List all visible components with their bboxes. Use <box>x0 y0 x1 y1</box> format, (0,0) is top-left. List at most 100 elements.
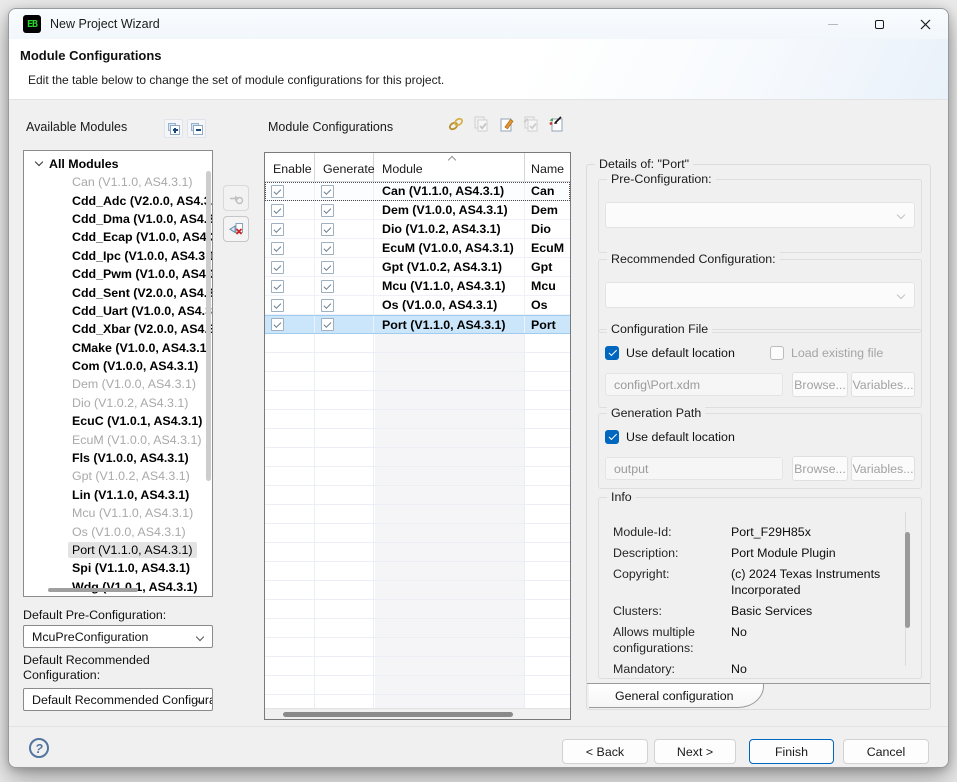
info-value: Port Module Plugin <box>731 545 893 561</box>
wizard-header: Module Configurations Edit the table bel… <box>9 39 948 100</box>
module-cell: EcuM (V1.0.0, AS4.3.1) <box>374 239 525 257</box>
module-cell: Gpt (V1.0.2, AS4.3.1) <box>374 258 525 276</box>
link-modules-icon[interactable] <box>446 114 466 134</box>
tree-item[interactable]: Lin (V1.1.0, AS4.3.1) <box>24 486 212 504</box>
column-header-module[interactable]: Module <box>374 153 525 181</box>
enable-checkbox[interactable] <box>271 242 284 255</box>
finish-button[interactable]: Finish <box>749 739 834 764</box>
column-header-enable[interactable]: Enable <box>265 153 315 181</box>
enable-checkbox[interactable] <box>271 318 284 331</box>
collapse-all-button[interactable] <box>187 119 206 138</box>
help-button[interactable]: ? <box>29 738 49 758</box>
browse-button: Browse... <box>792 372 848 397</box>
enable-checkbox[interactable] <box>271 223 284 236</box>
page-title: Module Configurations <box>20 48 162 63</box>
maximize-button[interactable] <box>856 9 902 39</box>
table-row[interactable]: Port (V1.1.0, AS4.3.1) Port <box>265 315 570 334</box>
info-scrollbar-thumb[interactable] <box>905 532 910 628</box>
generate-checkbox[interactable] <box>321 318 334 331</box>
chevron-down-icon <box>897 291 905 299</box>
name-cell: Os <box>525 296 570 314</box>
column-header-generate[interactable]: Generate <box>315 153 374 181</box>
tree-item[interactable]: Spi (V1.1.0, AS4.3.1) <box>24 559 212 577</box>
table-row[interactable]: Can (V1.1.0, AS4.3.1) Can <box>265 182 570 201</box>
default-pre-configuration-label: Default Pre-Configuration: <box>23 608 166 623</box>
info-label: Description: <box>613 545 731 561</box>
tree-item[interactable]: Cdd_Ecap (V1.0.0, AS4.3.1) <box>24 228 212 246</box>
tree-item[interactable]: Cdd_Dma (V1.0.0, AS4.3.1) <box>24 210 212 228</box>
info-label: Module-Id: <box>613 524 731 540</box>
table-row[interactable]: Dem (V1.0.0, AS4.3.1) Dem <box>265 201 570 220</box>
table-row[interactable]: Dio (V1.0.2, AS4.3.1) Dio <box>265 220 570 239</box>
next-button[interactable]: Next > <box>654 739 736 764</box>
tree-item[interactable]: Os (V1.0.0, AS4.3.1) <box>24 522 212 540</box>
remove-module-icon <box>228 221 244 237</box>
tree-item[interactable]: Port (V1.1.0, AS4.3.1) <box>24 541 212 559</box>
column-header-name[interactable]: Name <box>525 153 570 181</box>
page-description: Edit the table below to change the set o… <box>28 73 444 87</box>
table-row[interactable]: Mcu (V1.1.0, AS4.3.1) Mcu <box>265 277 570 296</box>
import-config-clipboard-icon[interactable] <box>546 114 566 134</box>
tree-item[interactable]: EcuC (V1.0.1, AS4.3.1) <box>24 412 212 430</box>
module-cell: Mcu (V1.1.0, AS4.3.1) <box>374 277 525 295</box>
info-label: Mandatory: <box>613 661 731 677</box>
tree-vertical-scrollbar[interactable] <box>206 171 211 481</box>
tree-horizontal-scrollbar[interactable] <box>48 588 138 592</box>
tree-root-all-modules[interactable]: All Modules <box>24 154 212 173</box>
checked-checkbox-icon[interactable] <box>605 430 619 444</box>
tab-general-configuration[interactable]: General configuration <box>589 684 764 708</box>
tree-item[interactable]: Cdd_Sent (V2.0.0, AS4.3.1) <box>24 283 212 301</box>
chevron-down-icon <box>897 211 905 219</box>
enable-checkbox[interactable] <box>271 261 284 274</box>
checked-checkbox-icon[interactable] <box>605 346 619 360</box>
paste-edit-clipboard-icon[interactable] <box>496 114 516 134</box>
enable-checkbox[interactable] <box>271 185 284 198</box>
tree-item[interactable]: Dio (V1.0.2, AS4.3.1) <box>24 394 212 412</box>
enable-checkbox[interactable] <box>271 299 284 312</box>
tree-item[interactable]: Gpt (V1.0.2, AS4.3.1) <box>24 467 212 485</box>
add-module-button <box>223 185 249 211</box>
tree-item[interactable]: Can (V1.1.0, AS4.3.1) <box>24 173 212 191</box>
generate-checkbox[interactable] <box>321 261 334 274</box>
generate-checkbox[interactable] <box>321 299 334 312</box>
enable-checkbox[interactable] <box>271 204 284 217</box>
generation-path-field: output <box>605 457 783 480</box>
close-button[interactable] <box>902 9 948 39</box>
cancel-button[interactable]: Cancel <box>843 739 929 764</box>
tree-item[interactable]: Cdd_Ipc (V1.0.0, AS4.3.1) <box>24 247 212 265</box>
table-horizontal-scrollbar[interactable] <box>265 708 570 719</box>
tree-item[interactable]: Cdd_Uart (V1.0.0, AS4.3.1) <box>24 302 212 320</box>
use-default-location-checkbox-row[interactable]: Use default location <box>605 430 735 444</box>
tree-item[interactable]: Dem (V1.0.0, AS4.3.1) <box>24 375 212 393</box>
available-modules-label: Available Modules <box>26 120 127 134</box>
remove-module-button[interactable] <box>223 216 249 242</box>
generate-checkbox[interactable] <box>321 223 334 236</box>
tree-item[interactable]: Cdd_Xbar (V2.0.0, AS4.3.1) <box>24 320 212 338</box>
tree-item[interactable]: Fls (V1.0.0, AS4.3.1) <box>24 449 212 467</box>
generate-checkbox[interactable] <box>321 204 334 217</box>
tree-item[interactable]: Mcu (V1.1.0, AS4.3.1) <box>24 504 212 522</box>
default-recommended-configuration-select[interactable]: Default Recommended Configuration <box>23 688 213 711</box>
generate-checkbox[interactable] <box>321 185 334 198</box>
table-row[interactable]: Os (V1.0.0, AS4.3.1) Os <box>265 296 570 315</box>
enable-checkbox[interactable] <box>271 280 284 293</box>
generate-checkbox[interactable] <box>321 280 334 293</box>
tree-item[interactable]: CMake (V1.0.0, AS4.3.1) <box>24 339 212 357</box>
available-modules-tree[interactable]: All Modules Can (V1.1.0, AS4.3.1) Cdd_Ad… <box>23 150 213 597</box>
default-pre-configuration-select[interactable]: McuPreConfiguration <box>23 625 213 648</box>
table-row[interactable]: Gpt (V1.0.2, AS4.3.1) Gpt <box>265 258 570 277</box>
scrollbar-thumb[interactable] <box>283 712 513 717</box>
tree-item[interactable]: Com (V1.0.0, AS4.3.1) <box>24 357 212 375</box>
minimize-button[interactable] <box>810 9 856 39</box>
generate-checkbox[interactable] <box>321 242 334 255</box>
table-row[interactable]: EcuM (V1.0.0, AS4.3.1) EcuM <box>265 239 570 258</box>
back-button[interactable]: < Back <box>562 739 648 764</box>
tree-item[interactable]: Cdd_Adc (V2.0.0, AS4.3.1) <box>24 191 212 209</box>
chevron-down-icon[interactable] <box>35 158 43 166</box>
load-existing-file-checkbox-row: Load existing file <box>770 346 883 360</box>
tree-item[interactable]: EcuM (V1.0.0, AS4.3.1) <box>24 430 212 448</box>
tree-item[interactable]: Cdd_Pwm (V1.0.0, AS4.3.1) <box>24 265 212 283</box>
use-default-location-checkbox-row[interactable]: Use default location <box>605 346 735 360</box>
tree-item[interactable]: Wdg (V1.0.1, AS4.3.1) <box>24 578 212 596</box>
expand-all-button[interactable] <box>164 119 183 138</box>
